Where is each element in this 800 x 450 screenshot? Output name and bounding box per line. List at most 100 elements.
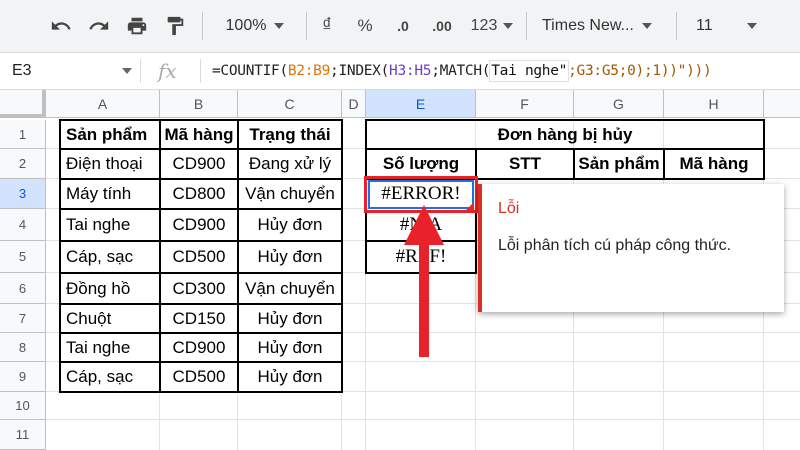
column-header-g[interactable]: G xyxy=(574,90,664,118)
print-icon xyxy=(127,17,147,35)
paint-roller-icon xyxy=(167,16,184,36)
table-cell[interactable]: Đồng hồ xyxy=(61,273,160,304)
font-size-value: 11 xyxy=(696,17,713,34)
table-cell[interactable]: CD900 xyxy=(160,333,238,362)
header-cell-code[interactable]: Mã hàng xyxy=(664,149,764,179)
table-cell[interactable]: Đang xử lý xyxy=(238,149,342,179)
row-header-11[interactable]: 11 xyxy=(0,420,46,450)
zoom-select[interactable]: 100% xyxy=(212,0,298,52)
table-cell[interactable]: CD900 xyxy=(160,149,238,179)
chevron-down-icon xyxy=(746,23,757,29)
name-box-value: E3 xyxy=(12,62,32,79)
column-header-d[interactable]: D xyxy=(342,90,366,118)
formula-range-ref: B2:B9 xyxy=(287,63,331,79)
column-header-b[interactable]: B xyxy=(160,90,238,118)
redo-button[interactable] xyxy=(82,0,116,52)
table-cell[interactable]: Điện thoại xyxy=(61,149,160,179)
font-family-select[interactable]: Times New... xyxy=(536,0,668,52)
column-header-e[interactable]: E xyxy=(366,90,476,118)
increase-decimal-label: .00 xyxy=(432,18,452,34)
header-cell-quantity[interactable]: Số lượng xyxy=(366,149,476,179)
row-header-4[interactable]: 4 xyxy=(0,209,46,241)
column-header-extra xyxy=(764,90,800,118)
table-cell[interactable]: Hủy đơn xyxy=(238,362,342,392)
table-cell[interactable]: CD300 xyxy=(160,273,238,304)
table-cell[interactable]: CD800 xyxy=(160,179,238,209)
table-cell[interactable]: CD500 xyxy=(160,362,238,392)
decrease-decimal-button[interactable]: .0 xyxy=(388,0,418,52)
name-box[interactable]: E3 xyxy=(0,53,140,89)
table-cell[interactable]: Tai nghe xyxy=(61,209,160,241)
chevron-down-icon xyxy=(641,23,652,29)
row-header-3[interactable]: 3 xyxy=(0,179,46,209)
column-header-a[interactable]: A xyxy=(46,90,160,118)
table-cell[interactable]: Hủy đơn xyxy=(238,241,342,273)
row-header-2[interactable]: 2 xyxy=(0,149,46,179)
column-header-f[interactable]: F xyxy=(476,90,574,118)
percent-format-button[interactable]: % xyxy=(350,0,380,52)
header-cell-index[interactable]: STT xyxy=(476,149,574,179)
table-cell[interactable]: Chuột xyxy=(61,304,160,333)
chevron-down-icon xyxy=(274,23,285,29)
formula-input[interactable]: =COUNTIF(B2:B9 ;INDEX(H3:H5 ;MATCH(Tai ngh… xyxy=(212,53,712,89)
table-cell[interactable]: CD150 xyxy=(160,304,238,333)
table-cell[interactable]: Hủy đơn xyxy=(238,333,342,362)
formula-highlight: Tai nghe" xyxy=(489,60,570,82)
table-cell[interactable]: Cáp, sạc xyxy=(61,362,160,392)
annotation-arrow xyxy=(404,205,444,357)
font-size-select[interactable]: 11 xyxy=(686,0,776,52)
cancelled-orders-title[interactable]: Đơn hàng bị hủy xyxy=(366,120,764,149)
formula-part: ;INDEX( xyxy=(330,63,390,79)
select-all-corner[interactable] xyxy=(0,90,46,118)
error-tooltip: Lỗi Lỗi phân tích cú pháp công thức. xyxy=(478,184,784,312)
row-header-9[interactable]: 9 xyxy=(0,362,46,392)
table-cell[interactable]: Cáp, sạc xyxy=(61,241,160,273)
row-header-5[interactable]: 5 xyxy=(0,241,46,273)
header-cell-status[interactable]: Trạng thái xyxy=(238,120,342,149)
header-cell-product[interactable]: Sản phẩm xyxy=(61,120,160,149)
more-formats-label: 123 xyxy=(470,17,498,34)
error-tooltip-title: Lỗi xyxy=(498,200,520,217)
chevron-down-icon xyxy=(503,23,514,29)
redo-icon xyxy=(89,21,109,30)
row-header-6[interactable]: 6 xyxy=(0,273,46,304)
formula-divider xyxy=(200,59,201,83)
print-button[interactable] xyxy=(120,0,154,52)
percent-label: % xyxy=(357,16,373,35)
row-header-8[interactable]: 8 xyxy=(0,333,46,362)
formula-part: ;MATCH( xyxy=(431,63,491,79)
table-cell[interactable]: Vận chuyển xyxy=(238,273,342,304)
toolbar-divider xyxy=(306,12,307,40)
row-header-10[interactable]: 10 xyxy=(0,392,46,420)
row-header-7[interactable]: 7 xyxy=(0,304,46,333)
toolbar: 100% ₫ % .0 .00 123 Times New... 11 xyxy=(0,0,800,53)
row-header-1[interactable]: 1 xyxy=(0,120,46,149)
paint-format-button[interactable] xyxy=(158,0,192,52)
table-cell[interactable]: Hủy đơn xyxy=(238,209,342,241)
formula-range-ref: H3:H5 xyxy=(389,63,432,79)
table-cell[interactable]: Hủy đơn xyxy=(238,304,342,333)
font-family-value: Times New... xyxy=(542,17,634,34)
table-cell[interactable]: Máy tính xyxy=(61,179,160,209)
column-header-h[interactable]: H xyxy=(664,90,764,118)
table-cell[interactable]: Tai nghe xyxy=(61,333,160,362)
toolbar-divider xyxy=(676,12,677,40)
fx-icon: fx xyxy=(158,59,177,83)
increase-decimal-button[interactable]: .00 xyxy=(424,0,460,52)
undo-icon xyxy=(51,21,71,30)
table-cell[interactable]: CD500 xyxy=(160,241,238,273)
header-cell-product[interactable]: Sản phẩm xyxy=(574,149,664,179)
decrease-decimal-label: .0 xyxy=(397,18,409,34)
toolbar-divider xyxy=(526,12,527,40)
currency-label: ₫ xyxy=(322,15,332,36)
chevron-down-icon xyxy=(122,68,132,74)
column-header-c[interactable]: C xyxy=(238,90,342,118)
formula-part: =COUNTIF( xyxy=(212,63,288,79)
table-cell[interactable]: CD900 xyxy=(160,209,238,241)
currency-format-button[interactable]: ₫ xyxy=(312,0,342,52)
formula-range-ref: ;G3:G5;0);1))"))) xyxy=(568,63,712,79)
table-cell[interactable]: Vận chuyển xyxy=(238,179,342,209)
undo-button[interactable] xyxy=(44,0,78,52)
header-cell-code[interactable]: Mã hàng xyxy=(160,120,238,149)
more-formats-button[interactable]: 123 xyxy=(464,0,520,52)
